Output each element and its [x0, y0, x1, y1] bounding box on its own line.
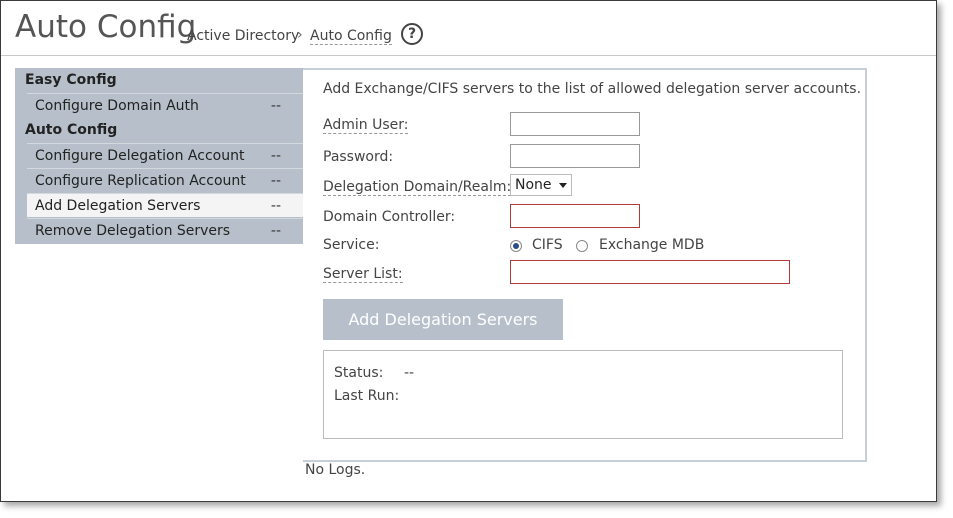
- add-delegation-servers-button[interactable]: Add Delegation Servers: [323, 299, 563, 340]
- delegation-domain-select[interactable]: None: [510, 174, 572, 196]
- sidebar: Easy Config Configure Domain Auth -- Aut…: [15, 68, 305, 244]
- service-label: Service:: [323, 237, 380, 253]
- sidebar-group-auto-config: Auto Config: [25, 122, 118, 138]
- sidebar-item-status: --: [270, 198, 281, 214]
- sidebar-item-status: --: [270, 148, 281, 164]
- sidebar-item-label: Configure Replication Account: [35, 173, 246, 189]
- service-radio-cifs[interactable]: [510, 240, 522, 252]
- sidebar-item-label: Remove Delegation Servers: [35, 223, 231, 239]
- password-input[interactable]: [510, 144, 640, 168]
- sidebar-item-configure-replication-account[interactable]: Configure Replication Account --: [27, 168, 305, 192]
- page-header: Auto Config Active Directory › Auto Conf…: [1, 1, 936, 56]
- window-frame: Auto Config Active Directory › Auto Conf…: [0, 0, 937, 502]
- page-title: Auto Config: [15, 9, 197, 45]
- service-option-cifs-label: CIFS: [532, 237, 563, 253]
- server-list-label: Server List:: [323, 266, 403, 283]
- status-label: Status:: [334, 365, 384, 381]
- domain-controller-input[interactable]: [510, 204, 640, 228]
- breadcrumb-auto-config[interactable]: Auto Config: [310, 28, 392, 45]
- sidebar-item-remove-delegation-servers[interactable]: Remove Delegation Servers --: [27, 218, 305, 242]
- sidebar-item-configure-domain-auth[interactable]: Configure Domain Auth --: [27, 93, 305, 117]
- form-description: Add Exchange/CIFS servers to the list of…: [323, 81, 862, 97]
- admin-user-input[interactable]: [510, 112, 640, 136]
- last-run-label: Last Run:: [334, 388, 400, 404]
- question-circle-icon[interactable]: ?: [401, 23, 423, 45]
- sidebar-group-easy-config: Easy Config: [25, 72, 117, 88]
- delegation-domain-label: Delegation Domain/Realm:: [323, 179, 512, 196]
- service-option-exchange-mdb-label: Exchange MDB: [599, 237, 705, 253]
- sidebar-item-label: Add Delegation Servers: [35, 198, 201, 214]
- sidebar-item-add-delegation-servers[interactable]: Add Delegation Servers --: [27, 193, 305, 217]
- service-radio-exchange-mdb[interactable]: [576, 240, 588, 252]
- sidebar-item-configure-delegation-account[interactable]: Configure Delegation Account --: [27, 143, 305, 167]
- chevron-down-icon: [559, 183, 567, 188]
- sidebar-item-label: Configure Domain Auth: [35, 98, 199, 114]
- delegation-domain-selected: None: [515, 177, 552, 193]
- logs-text: No Logs.: [305, 462, 366, 478]
- sidebar-item-status: --: [270, 98, 281, 114]
- status-box: Status: -- Last Run:: [323, 350, 843, 439]
- sidebar-item-status: --: [270, 223, 281, 239]
- server-list-input[interactable]: [510, 260, 790, 284]
- form-panel: Add Exchange/CIFS servers to the list of…: [303, 68, 867, 462]
- admin-user-label: Admin User:: [323, 117, 409, 134]
- breadcrumb-separator: ›: [297, 27, 303, 43]
- sidebar-item-label: Configure Delegation Account: [35, 148, 245, 164]
- breadcrumb-active-directory[interactable]: Active Directory: [187, 28, 299, 44]
- status-value: --: [404, 365, 415, 381]
- sidebar-item-status: --: [270, 173, 281, 189]
- domain-controller-label: Domain Controller:: [323, 209, 456, 225]
- password-label: Password:: [323, 149, 394, 165]
